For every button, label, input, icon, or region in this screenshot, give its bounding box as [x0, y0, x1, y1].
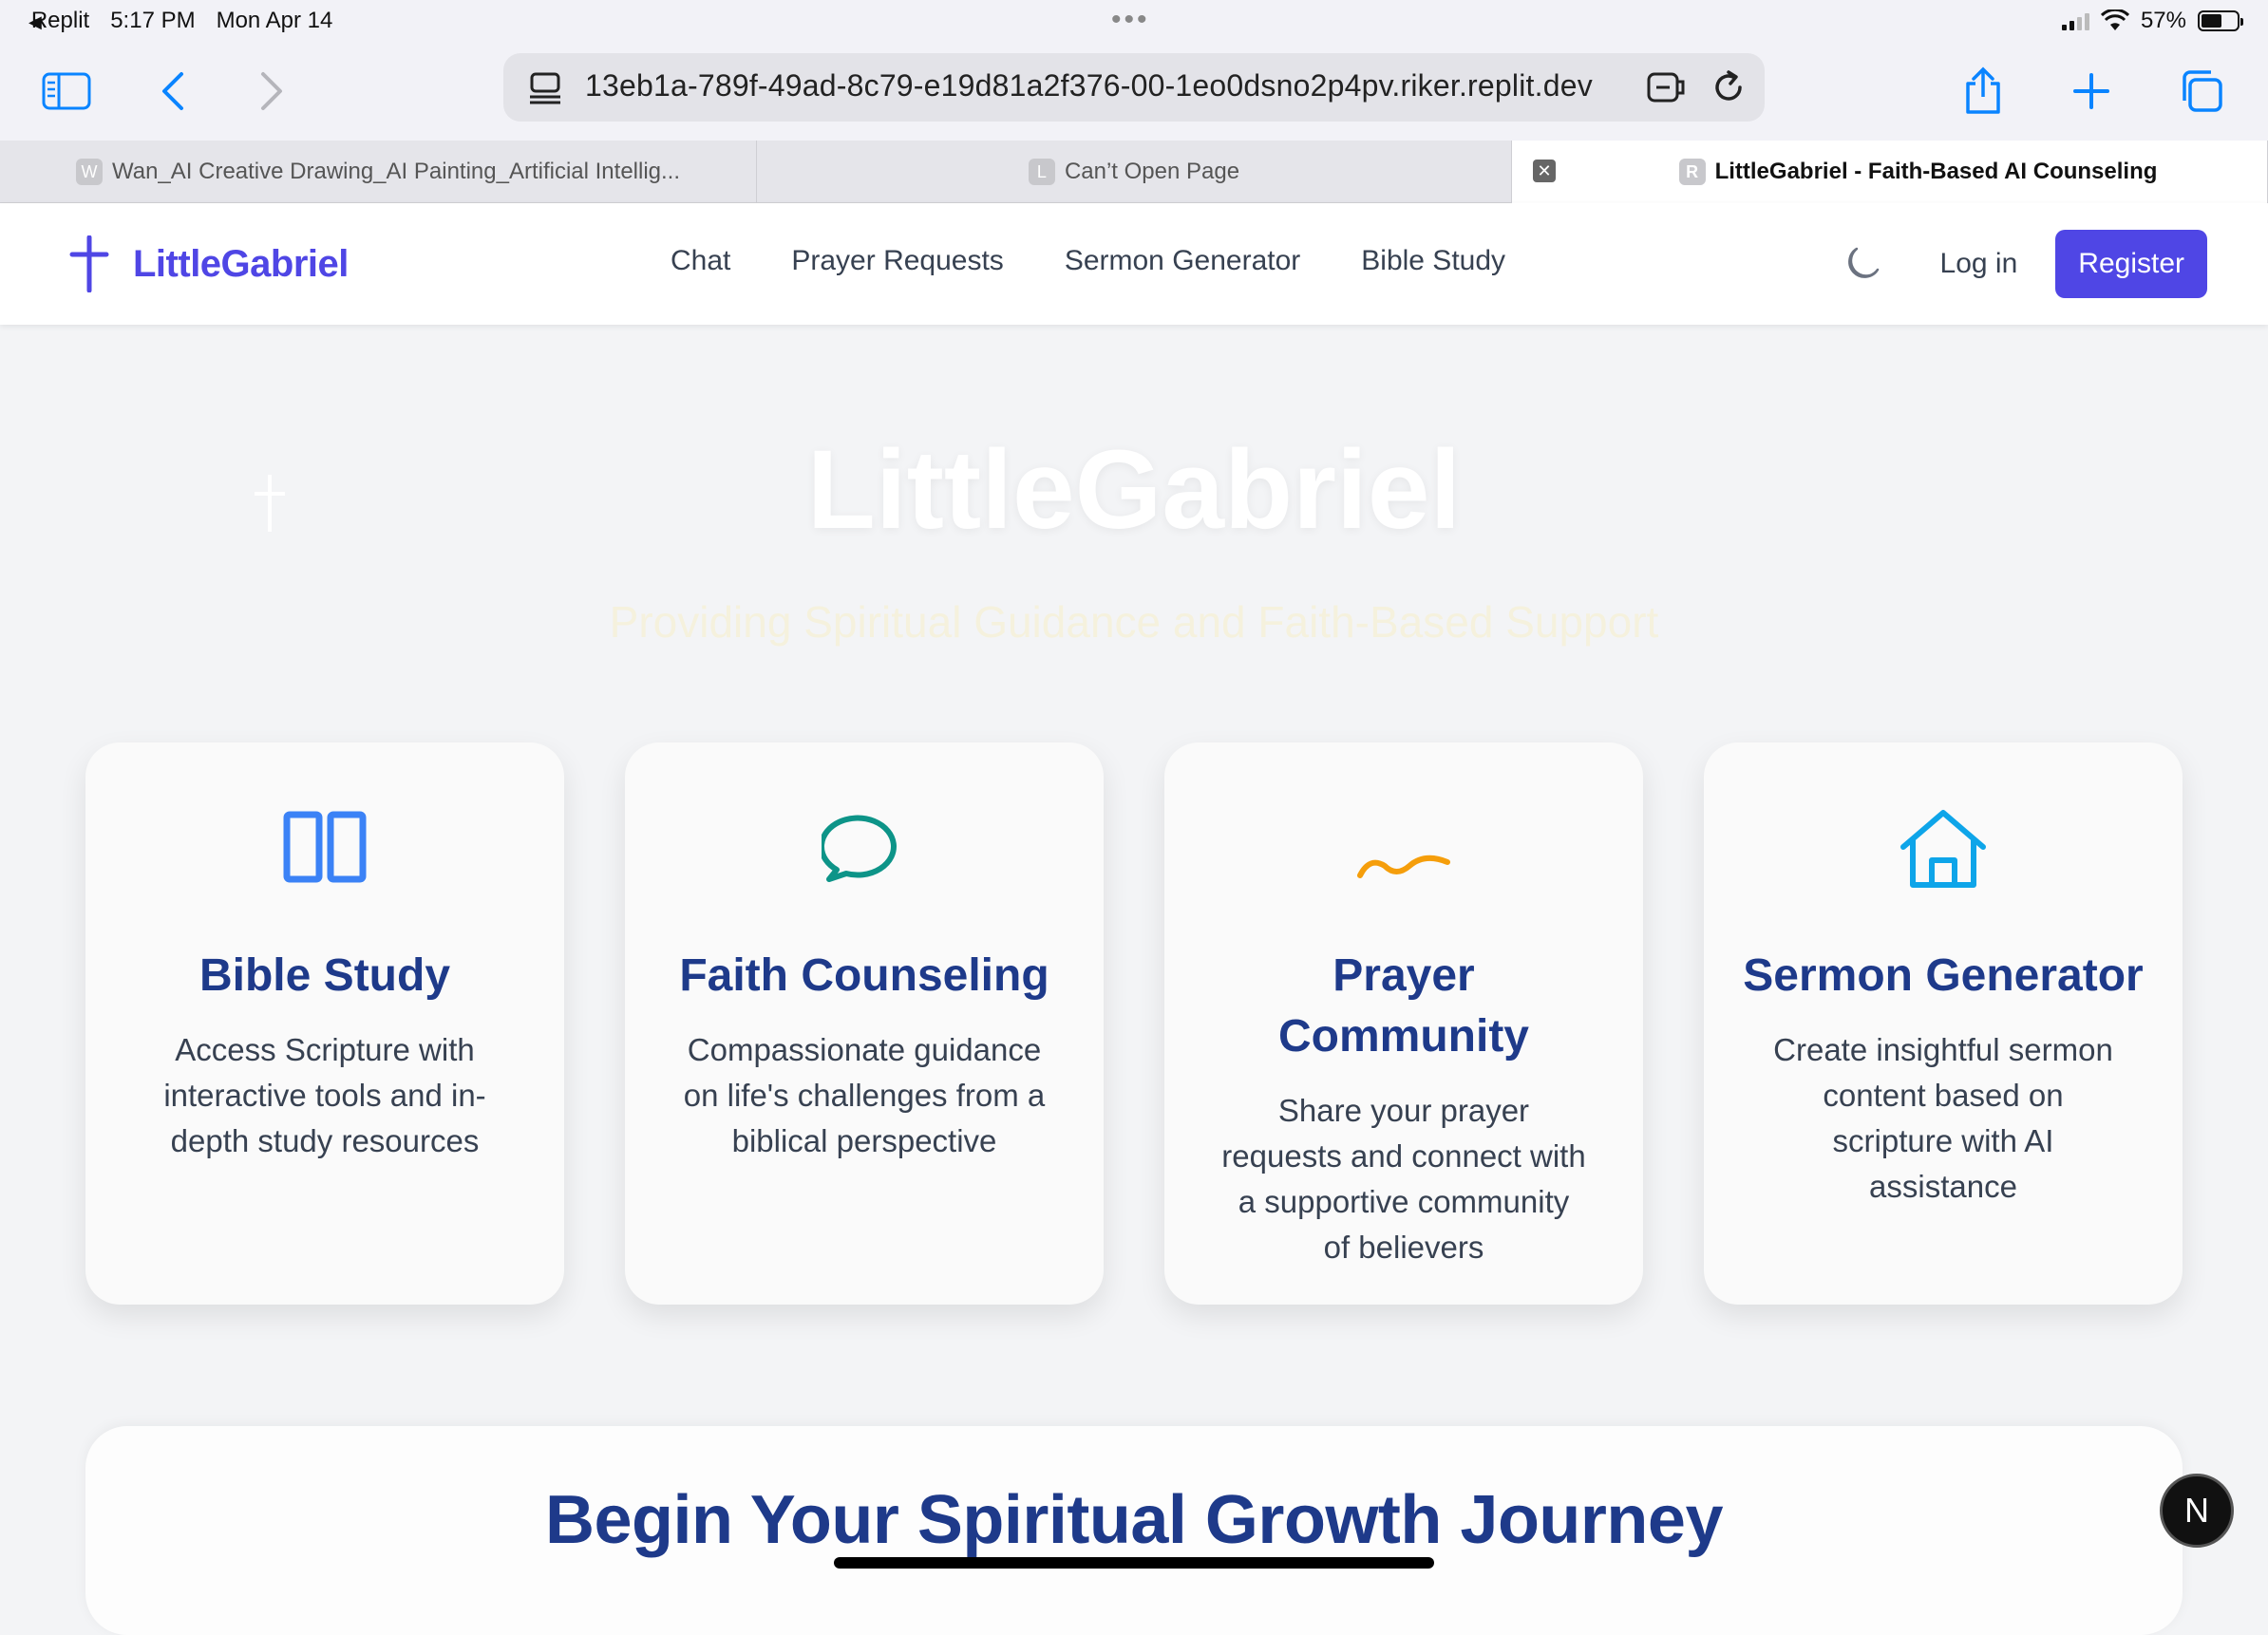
nav-prayer-requests[interactable]: Prayer Requests: [791, 245, 1003, 277]
status-bar: ◀ Replit 5:17 PM Mon Apr 14 ••• 57%: [0, 0, 2268, 46]
church-icon: [1900, 810, 1986, 888]
feature-description: Share your prayer requests and connect w…: [1221, 1093, 1586, 1265]
nav-sermon-generator[interactable]: Sermon Generator: [1065, 245, 1300, 277]
feature-card-prayer-community[interactable]: Prayer Community Share your prayer reque…: [1164, 742, 1643, 1305]
nav-chat[interactable]: Chat: [671, 245, 730, 277]
brand-logo[interactable]: LittleGabriel: [68, 235, 349, 292]
tab-title: Wan_AI Creative Drawing_AI Painting_Arti…: [111, 159, 681, 184]
close-tab-icon[interactable]: ✕: [1533, 160, 1556, 182]
site-header: LittleGabriel Chat Prayer Requests Sermo…: [0, 203, 2268, 325]
journey-title: Begin Your Spiritual Growth Journey: [545, 1482, 1723, 1558]
tab-littlegabriel[interactable]: ✕ R LittleGabriel - Faith-Based AI Couns…: [1512, 141, 2268, 203]
nav-bible-study[interactable]: Bible Study: [1361, 245, 1505, 277]
tab-bar: W Wan_AI Creative Drawing_AI Painting_Ar…: [0, 141, 2268, 203]
journey-section: Begin Your Spiritual Growth Journey: [85, 1426, 2183, 1635]
brand-name: LittleGabriel: [133, 242, 349, 285]
dark-mode-moon-icon[interactable]: [1842, 243, 1883, 285]
address-bar[interactable]: 13eb1a-789f-49ad-8c79-e19d81a2f376-00-1e…: [503, 53, 1765, 122]
book-icon: [283, 811, 367, 883]
praying-hands-icon: [1357, 855, 1450, 878]
tab-favicon: L: [1028, 159, 1055, 185]
reload-icon[interactable]: [1711, 70, 1746, 104]
url-text: 13eb1a-789f-49ad-8c79-e19d81a2f376-00-1e…: [585, 68, 1593, 103]
share-icon[interactable]: [1955, 63, 2012, 120]
feature-title: Prayer Community: [1278, 950, 1529, 1062]
hero-subtitle: Providing Spiritual Guidance and Faith-B…: [609, 597, 1659, 647]
feature-card-sermon-generator[interactable]: Sermon Generator Create insightful sermo…: [1704, 742, 2183, 1305]
cross-icon: [69, 235, 109, 292]
tab-wan-ai[interactable]: W Wan_AI Creative Drawing_AI Painting_Ar…: [0, 141, 757, 203]
back-to-app-link[interactable]: ◀ Replit: [28, 8, 89, 34]
feature-title: Bible Study: [198, 950, 451, 1001]
feature-card-faith-counseling[interactable]: Faith Counseling Compassionate guidance …: [625, 742, 1104, 1305]
feature-description: Compassionate guidance on life's challen…: [683, 1032, 1046, 1158]
tab-favicon: R: [1678, 159, 1706, 185]
register-button[interactable]: Register: [2055, 230, 2207, 298]
cellular-signal-icon: [2061, 11, 2089, 30]
battery-icon: [2198, 10, 2243, 31]
extension-icon[interactable]: [1647, 70, 1687, 104]
tab-title: LittleGabriel - Faith-Based AI Counselin…: [1714, 159, 2158, 184]
page-menu-icon[interactable]: [528, 72, 562, 104]
wifi-icon: [2100, 9, 2129, 30]
tab-title: Can’t Open Page: [1064, 159, 1240, 184]
feature-card-bible-study[interactable]: Bible Study Access Scripture with intera…: [85, 742, 564, 1305]
battery-percent: 57%: [2140, 8, 2186, 33]
back-arrow-icon[interactable]: [144, 63, 201, 120]
browser-toolbar: 13eb1a-789f-49ad-8c79-e19d81a2f376-00-1e…: [0, 46, 2268, 141]
tab-overview-icon[interactable]: [2173, 63, 2230, 120]
hero-title: LittleGabriel: [806, 427, 1462, 553]
feature-description: Access Scripture with interactive tools …: [163, 1032, 486, 1158]
tab-cant-open-page[interactable]: L Can’t Open Page: [757, 141, 1512, 203]
multitask-dots-icon[interactable]: •••: [1111, 4, 1150, 36]
status-date: Mon Apr 14: [216, 8, 333, 33]
login-link[interactable]: Log in: [1940, 248, 2018, 280]
main-nav: Chat Prayer Requests Sermon Generator Bi…: [671, 245, 1505, 277]
feature-description: Create insightful sermon content based o…: [1773, 1032, 2113, 1204]
sidebar-toggle-icon[interactable]: [38, 63, 95, 120]
forward-arrow-icon[interactable]: [243, 63, 300, 120]
feature-title: Sermon Generator: [1743, 950, 2144, 1001]
dev-tools-badge[interactable]: N: [2160, 1474, 2234, 1548]
tab-favicon: W: [75, 159, 103, 185]
feature-title: Faith Counseling: [679, 950, 1049, 1001]
new-tab-plus-icon[interactable]: [2063, 63, 2120, 120]
chat-bubble-icon: [822, 815, 897, 882]
home-indicator[interactable]: [834, 1557, 1434, 1569]
status-time: 5:17 PM: [110, 8, 196, 33]
